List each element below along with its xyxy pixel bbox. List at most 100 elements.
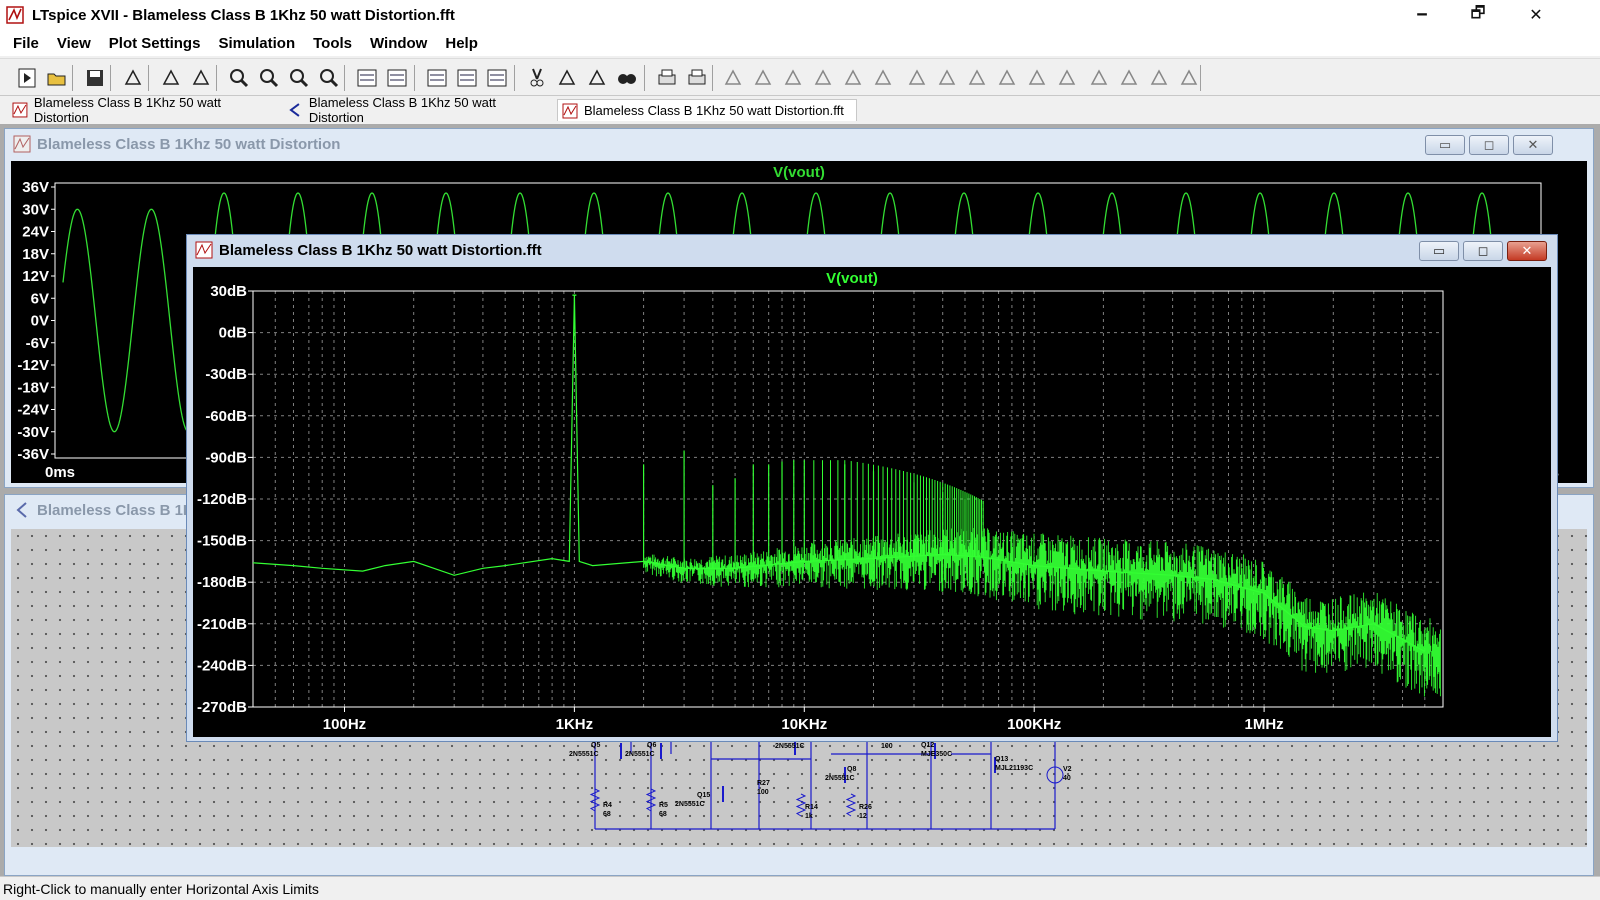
autorange-icon[interactable]: [354, 65, 380, 91]
find-icon[interactable]: [614, 65, 640, 91]
status-text: Right-Click to manually enter Horizontal…: [3, 880, 319, 897]
time-window-minimize-button[interactable]: ▭: [1425, 135, 1465, 155]
inductor-icon[interactable]: [870, 65, 896, 91]
part-value-label: 100: [881, 743, 893, 750]
new-schematic-icon[interactable]: [14, 65, 40, 91]
run-icon[interactable]: [158, 65, 184, 91]
cascade-icon[interactable]: [454, 65, 480, 91]
zoom-out-icon[interactable]: [286, 65, 312, 91]
part-ref-label: R27: [757, 780, 770, 787]
toolbar-separator: [514, 65, 515, 91]
part-ref-label: R14: [805, 804, 818, 811]
tile-vertical-icon-glyph: [487, 69, 507, 87]
minimize-button[interactable]: 🗕: [1394, 0, 1450, 30]
doc-tab-schematic[interactable]: Blameless Class B 1Khz 50 watt Distortio…: [283, 95, 553, 125]
redo-icon[interactable]: [1054, 65, 1080, 91]
time-window-titlebar[interactable]: Blameless Class B 1Khz 50 watt Distortio…: [5, 129, 1593, 159]
save-icon[interactable]: [82, 65, 108, 91]
time-y-tick-label: 24V: [22, 224, 49, 241]
menu-simulation[interactable]: Simulation: [209, 35, 304, 52]
label-net-icon[interactable]: [780, 65, 806, 91]
spice-directive-icon[interactable]: [1176, 65, 1202, 91]
toolbar-separator: [414, 65, 415, 91]
fft-window-minimize-button[interactable]: ▭: [1419, 241, 1459, 261]
menu-window[interactable]: Window: [361, 35, 436, 52]
document-tabs: Blameless Class B 1Khz 50 watt Distortio…: [0, 95, 1600, 125]
fft-x-tick-label: 10KHz: [781, 716, 827, 733]
ground-icon[interactable]: [750, 65, 776, 91]
part-ref-label: R26: [859, 804, 872, 811]
fft-window-titlebar[interactable]: Blameless Class B 1Khz 50 watt Distortio…: [187, 235, 1557, 265]
fft-plot-pane[interactable]: 30dB 0dB -30dB -60dB -90dB -120dB -150dB -180dB…: [193, 267, 1551, 737]
rotate-icon[interactable]: [1086, 65, 1112, 91]
time-trace-line: [62, 208, 198, 433]
menu-plot-settings[interactable]: Plot Settings: [100, 35, 210, 52]
fft-y-tick-label: -150dB: [197, 533, 247, 550]
menu-view[interactable]: View: [48, 35, 100, 52]
part-value-label: 2N5551C: [775, 743, 805, 750]
doc-tab-fft[interactable]: Blameless Class B 1Khz 50 watt Distortio…: [557, 99, 857, 121]
print-preview-icon[interactable]: [684, 65, 710, 91]
control-panel-icon[interactable]: [120, 65, 146, 91]
save-icon-glyph: [87, 70, 103, 86]
print-icon[interactable]: [654, 65, 680, 91]
time-y-tick-label: -12V: [17, 357, 49, 374]
cut-icon[interactable]: [524, 65, 550, 91]
text-icon[interactable]: [1146, 65, 1172, 91]
drag-icon[interactable]: [994, 65, 1020, 91]
time-y-tick-label: 12V: [22, 268, 49, 285]
fft-window-maximize-button[interactable]: ◻: [1463, 241, 1503, 261]
capacitor-icon-glyph: [844, 69, 862, 85]
menu-help[interactable]: Help: [436, 35, 487, 52]
menu-file[interactable]: File: [4, 35, 48, 52]
tile-horizontal-icon-glyph: [427, 69, 447, 87]
doc-tab-waveform[interactable]: Blameless Class B 1Khz 50 watt Distortio…: [8, 95, 278, 125]
capacitor-icon[interactable]: [840, 65, 866, 91]
fft-y-tick-label: -60dB: [205, 408, 247, 425]
toolbar: [0, 58, 1600, 96]
mirror-icon[interactable]: [1116, 65, 1142, 91]
part-ref-label: Q13: [995, 756, 1008, 763]
toolbar-separator: [148, 65, 149, 91]
waveform-icon: [562, 103, 578, 118]
mirror-icon-glyph: [1120, 69, 1138, 85]
fft-y-tick-label: -30dB: [205, 366, 247, 383]
zoom-in-icon[interactable]: [226, 65, 252, 91]
fft-y-tick-label: -210dB: [197, 616, 247, 633]
halt-icon[interactable]: [188, 65, 214, 91]
close-button[interactable]: ✕: [1508, 0, 1564, 30]
copy-icon[interactable]: [554, 65, 580, 91]
fft-x-tick-label: 100KHz: [1007, 716, 1061, 733]
part-value-label: 12: [859, 813, 867, 820]
schematic-icon: [16, 502, 27, 518]
part-value-label: 68: [659, 811, 667, 818]
fft-x-tick-label: 1MHz: [1245, 716, 1284, 733]
undo-icon[interactable]: [1024, 65, 1050, 91]
part-ref-label: R5: [659, 802, 668, 809]
fft-window-close-button[interactable]: ✕: [1507, 241, 1547, 261]
time-window-close-button[interactable]: ✕: [1513, 135, 1553, 155]
fft-plot-svg[interactable]: 30dB 0dB -30dB -60dB -90dB -120dB -150dB -180dB…: [193, 267, 1551, 737]
halt-icon-glyph: [192, 69, 210, 85]
doc-tab-label: Blameless Class B 1Khz 50 watt Distortio…: [308, 95, 497, 125]
fft-window[interactable]: Blameless Class B 1Khz 50 watt Distortio…: [186, 234, 1558, 742]
maximize-button[interactable]: 🗗: [1450, 0, 1506, 30]
tile-horizontal-icon[interactable]: [424, 65, 450, 91]
plot-settings-icon[interactable]: [384, 65, 410, 91]
component-icon[interactable]: [934, 65, 960, 91]
tile-vertical-icon[interactable]: [484, 65, 510, 91]
zoom-box-icon[interactable]: [256, 65, 282, 91]
move-icon[interactable]: [964, 65, 990, 91]
paste-icon[interactable]: [584, 65, 610, 91]
time-window-maximize-button[interactable]: ◻: [1469, 135, 1509, 155]
open-icon[interactable]: [44, 65, 70, 91]
time-y-tick-label: 30V: [22, 201, 49, 218]
draw-wire-icon[interactable]: [720, 65, 746, 91]
paste-icon-glyph: [588, 69, 606, 85]
part-value-label: 2N5551C: [675, 801, 705, 808]
zoom-fit-icon[interactable]: [316, 65, 342, 91]
menu-tools[interactable]: Tools: [304, 35, 361, 52]
resistor-icon[interactable]: [810, 65, 836, 91]
diode-icon[interactable]: [904, 65, 930, 91]
copy-icon-glyph: [558, 69, 576, 85]
